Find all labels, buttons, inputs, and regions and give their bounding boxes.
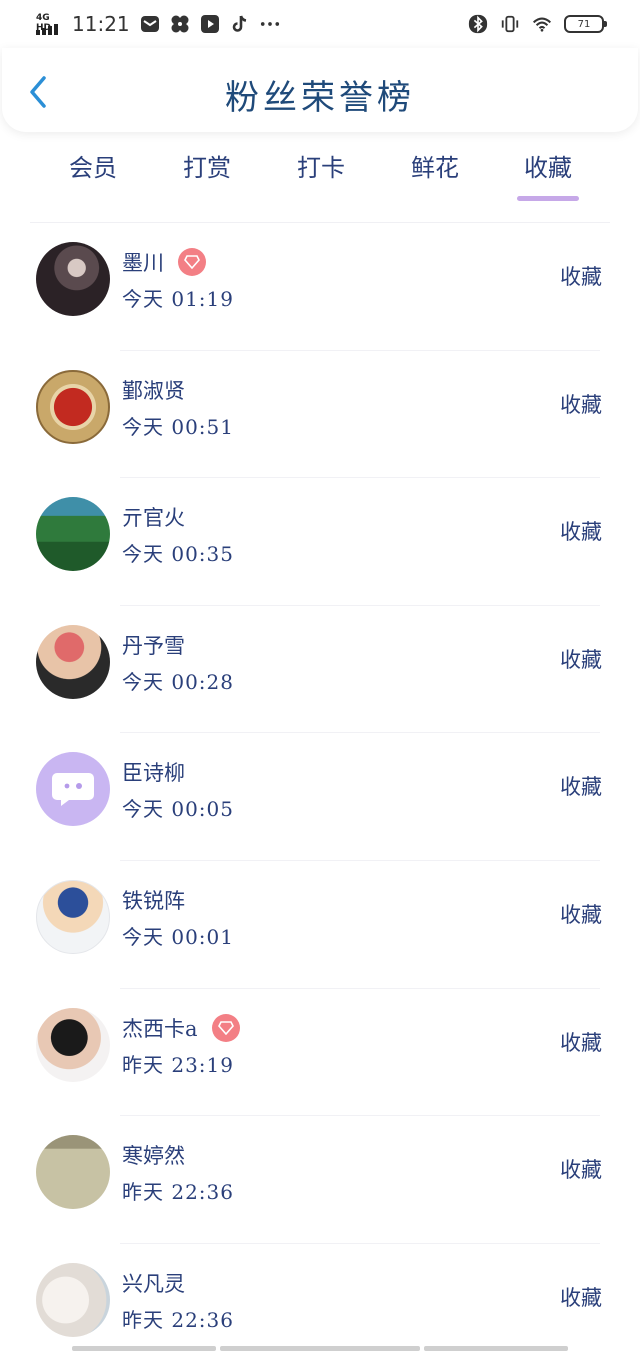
active-tab-indicator [517, 196, 579, 201]
status-bar: 4G HD 11:21 71 [0, 0, 640, 48]
list-item[interactable]: 铁锐阵 今天 00:01 收藏 [0, 861, 640, 989]
timestamp: 今天 01:19 [122, 287, 234, 311]
favorite-label: 收藏 [560, 1158, 602, 1183]
tab-membership[interactable]: 会员 [38, 148, 148, 183]
favorite-label: 收藏 [560, 902, 602, 927]
list-item[interactable]: 墨川 今天 01:19 收藏 [0, 223, 640, 351]
vip-diamond-icon [178, 248, 206, 276]
avatar [36, 879, 110, 954]
timestamp: 今天 00:01 [122, 924, 234, 949]
list-item[interactable]: 臣诗柳 今天 00:05 收藏 [0, 733, 640, 861]
favorite-label: 收藏 [560, 392, 602, 417]
cellular-signal-icon: 4G HD [36, 13, 62, 35]
avatar [36, 1007, 110, 1082]
battery-level: 71 [577, 18, 591, 30]
bottom-scroll-indicator [72, 1346, 568, 1351]
avatar [36, 497, 110, 572]
username: 兴凡灵 [122, 1271, 185, 1296]
vibrate-icon [500, 14, 520, 34]
list-item[interactable]: 亓官火 今天 00:35 收藏 [0, 478, 640, 606]
avatar [36, 624, 110, 699]
username: 丹予雪 [122, 633, 185, 658]
avatar [36, 752, 110, 827]
username: 铁锐阵 [122, 888, 185, 913]
username: 寒婷然 [122, 1144, 185, 1169]
avatar [36, 1135, 110, 1210]
avatar [36, 369, 110, 444]
list-item[interactable]: 丹予雪 今天 00:28 收藏 [0, 606, 640, 734]
page-title: 粉丝荣誉榜 [225, 78, 415, 118]
fan-list: 墨川 今天 01:19 收藏 鄞淑贤 今天 00:51 收藏 亓官火 今天 00… [0, 223, 640, 1351]
tab-bar: 会员 打赏 打卡 鲜花 收藏 [0, 138, 640, 204]
status-time: 11:21 [72, 12, 130, 36]
timestamp: 今天 00:05 [122, 797, 234, 822]
favorite-label: 收藏 [560, 647, 602, 672]
username: 亓官火 [122, 506, 185, 531]
pinwheel-icon [170, 14, 190, 34]
vip-diamond-icon [211, 1013, 240, 1042]
list-item[interactable]: 杰西卡a 昨天 23:19 收藏 [0, 989, 640, 1117]
favorite-label: 收藏 [560, 1030, 602, 1055]
timestamp: 昨天 22:36 [122, 1180, 234, 1205]
list-item[interactable]: 寒婷然 昨天 22:36 收藏 [0, 1116, 640, 1244]
timestamp: 今天 00:51 [122, 414, 234, 439]
username: 墨川 [122, 251, 164, 275]
favorite-label: 收藏 [560, 520, 602, 545]
avatar [36, 242, 110, 316]
bluetooth-icon [468, 14, 488, 34]
chat-bubble-icon [52, 773, 94, 807]
battery-icon: 71 [564, 15, 607, 33]
username: 杰西卡a [122, 1016, 198, 1041]
timestamp: 今天 00:35 [122, 542, 234, 567]
favorite-label: 收藏 [560, 265, 602, 289]
tab-checkin[interactable]: 打卡 [266, 148, 376, 183]
favorite-label: 收藏 [560, 775, 602, 800]
timestamp: 今天 00:28 [122, 669, 234, 694]
timestamp: 昨天 22:36 [122, 1307, 234, 1332]
username: 鄞淑贤 [122, 378, 185, 403]
wifi-icon [532, 14, 552, 34]
tab-tips[interactable]: 打赏 [152, 148, 262, 183]
timestamp: 昨天 23:19 [122, 1052, 234, 1077]
more-dots-icon [260, 14, 280, 34]
username: 臣诗柳 [122, 761, 185, 786]
tab-favorites[interactable]: 收藏 [493, 148, 603, 183]
mail-icon [140, 14, 160, 34]
favorite-label: 收藏 [560, 1285, 602, 1310]
list-item[interactable]: 兴凡灵 昨天 22:36 收藏 [0, 1244, 640, 1351]
page-header: 粉丝荣誉榜 [2, 48, 638, 132]
avatar [36, 1262, 110, 1337]
tab-flowers[interactable]: 鲜花 [380, 148, 490, 183]
list-item[interactable]: 鄞淑贤 今天 00:51 收藏 [0, 351, 640, 479]
tiktok-icon [230, 14, 250, 34]
video-play-icon [200, 14, 220, 34]
